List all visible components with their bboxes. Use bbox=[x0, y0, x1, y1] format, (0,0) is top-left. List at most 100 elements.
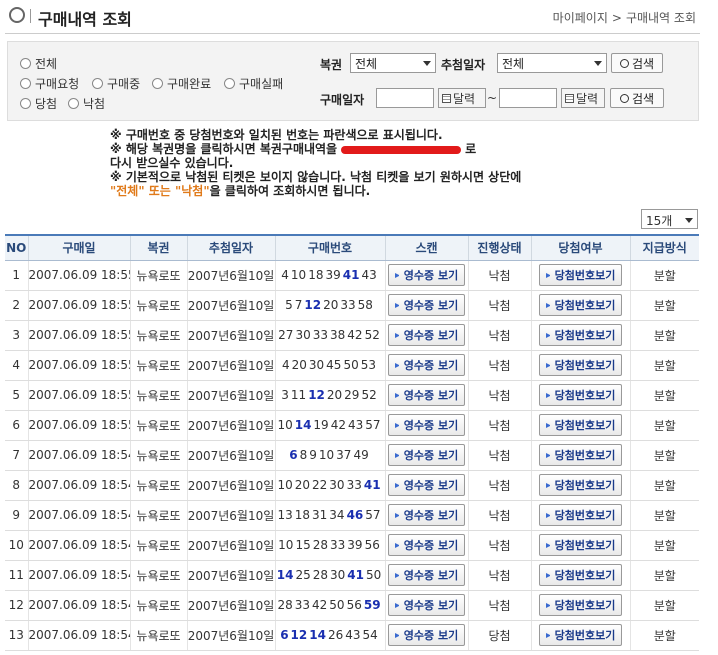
receipt-view-button[interactable]: 영수증 보기 bbox=[387, 624, 466, 646]
arrow-right-icon bbox=[545, 482, 550, 488]
winning-numbers-button[interactable]: 당첨번호보기 bbox=[538, 624, 623, 646]
radio-circle-icon[interactable] bbox=[92, 78, 103, 89]
cell-status: 낙첨 bbox=[467, 590, 531, 621]
cell-win: 당첨번호보기 bbox=[530, 320, 630, 351]
cell-numbers: 3 11 12 20 29 52 bbox=[274, 380, 385, 411]
col-header-payment: 지급방식 bbox=[629, 234, 699, 261]
calendar-from-button[interactable]: 달력 bbox=[438, 88, 486, 108]
winning-numbers-button[interactable]: 당첨번호보기 bbox=[538, 594, 623, 616]
cell-win: 당첨번호보기 bbox=[530, 380, 630, 411]
header-divider bbox=[5, 33, 700, 34]
radio-circle-icon[interactable] bbox=[68, 98, 79, 109]
lotto-number: 12 bbox=[290, 628, 308, 642]
lotto-number: 42 bbox=[347, 328, 363, 342]
page-size-select[interactable]: 15개 bbox=[641, 209, 698, 229]
purchase-date-from-input[interactable] bbox=[376, 88, 434, 108]
lotto-number: 43 bbox=[345, 628, 361, 642]
lotto-number: 27 bbox=[278, 328, 294, 342]
cell-numbers: 10 20 22 30 33 41 bbox=[274, 470, 385, 501]
cell-draw-date: 2007년6월10일 bbox=[186, 350, 275, 381]
calendar-to-button[interactable]: 달력 bbox=[561, 88, 605, 108]
lotto-number: 45 bbox=[326, 358, 342, 372]
radio-purchase-request[interactable]: 구매요청 bbox=[20, 75, 79, 92]
cell-no: 1 bbox=[5, 260, 28, 291]
receipt-view-button[interactable]: 영수증 보기 bbox=[387, 504, 466, 526]
purchase-date-to-input[interactable] bbox=[499, 88, 557, 108]
cell-lottery-link[interactable]: 뉴욕로또 bbox=[129, 260, 187, 291]
cell-lottery-link[interactable]: 뉴욕로또 bbox=[129, 320, 187, 351]
lottery-select[interactable]: 전체 bbox=[350, 53, 436, 73]
lotto-number: 59 bbox=[363, 598, 381, 612]
draw-date-select[interactable]: 전체 bbox=[497, 53, 607, 73]
radio-won[interactable]: 당첨 bbox=[20, 95, 57, 112]
lotto-number: 41 bbox=[363, 478, 381, 492]
radio-purchase-failed[interactable]: 구매실패 bbox=[224, 75, 283, 92]
lotto-number: 20 bbox=[323, 298, 339, 312]
winning-numbers-button[interactable]: 당첨번호보기 bbox=[538, 384, 623, 406]
cell-numbers: 4 10 18 39 41 43 bbox=[274, 260, 385, 291]
winning-numbers-button[interactable]: 당첨번호보기 bbox=[538, 474, 623, 496]
title-divider bbox=[30, 9, 31, 23]
receipt-view-button[interactable]: 영수증 보기 bbox=[387, 534, 466, 556]
cell-lottery-link[interactable]: 뉴욕로또 bbox=[129, 440, 187, 471]
lotto-number: 57 bbox=[365, 508, 381, 522]
cell-lottery-link[interactable]: 뉴욕로또 bbox=[129, 410, 187, 441]
date-search-button[interactable]: 검색 bbox=[610, 88, 664, 108]
winning-numbers-button[interactable]: 당첨번호보기 bbox=[538, 504, 623, 526]
cell-lottery-link[interactable]: 뉴욕로또 bbox=[129, 500, 187, 531]
radio-purchase-complete[interactable]: 구매완료 bbox=[152, 75, 211, 92]
winning-numbers-button[interactable]: 당첨번호보기 bbox=[538, 414, 623, 436]
radio-circle-icon[interactable] bbox=[224, 78, 235, 89]
cell-lottery-link[interactable]: 뉴욕로또 bbox=[129, 530, 187, 561]
cell-lottery-link[interactable]: 뉴욕로또 bbox=[129, 590, 187, 621]
winning-numbers-button[interactable]: 당첨번호보기 bbox=[538, 354, 623, 376]
lotto-number: 54 bbox=[362, 628, 378, 642]
lotto-number: 28 bbox=[277, 598, 293, 612]
lotto-number: 20 bbox=[294, 478, 310, 492]
receipt-view-button[interactable]: 영수증 보기 bbox=[387, 384, 466, 406]
radio-purchasing[interactable]: 구매중 bbox=[92, 75, 140, 92]
cell-lottery-link[interactable]: 뉴욕로또 bbox=[129, 470, 187, 501]
cell-lottery-link[interactable]: 뉴욕로또 bbox=[129, 620, 187, 651]
lotto-number: 11 bbox=[290, 388, 307, 402]
receipt-view-button[interactable]: 영수증 보기 bbox=[387, 594, 466, 616]
radio-circle-icon[interactable] bbox=[20, 78, 31, 89]
lotto-number: 33 bbox=[312, 328, 328, 342]
lotto-number: 33 bbox=[340, 298, 356, 312]
radio-circle-icon[interactable] bbox=[152, 78, 163, 89]
lotto-number: 9 bbox=[309, 448, 317, 462]
radio-all[interactable]: 전체 bbox=[20, 55, 57, 72]
receipt-view-button[interactable]: 영수증 보기 bbox=[387, 324, 466, 346]
lotto-number: 10 bbox=[318, 448, 335, 462]
cell-lottery-link[interactable]: 뉴욕로또 bbox=[129, 350, 187, 381]
lotto-number: 56 bbox=[346, 598, 362, 612]
search-button[interactable]: 검색 bbox=[611, 53, 663, 73]
cell-status: 낙첨 bbox=[467, 440, 531, 471]
radio-circle-icon[interactable] bbox=[20, 58, 31, 69]
winning-numbers-button[interactable]: 당첨번호보기 bbox=[538, 324, 623, 346]
notice-line: ※ 해당 복권명을 클릭하시면 복권구매내역을 로 bbox=[110, 142, 477, 156]
radio-circle-icon[interactable] bbox=[20, 98, 31, 109]
notice-line: 다시 받으실수 있습니다. bbox=[110, 156, 234, 170]
radio-lost[interactable]: 낙첨 bbox=[68, 95, 105, 112]
receipt-view-button[interactable]: 영수증 보기 bbox=[387, 564, 466, 586]
winning-numbers-button[interactable]: 당첨번호보기 bbox=[538, 264, 623, 286]
cell-no: 8 bbox=[5, 470, 28, 501]
arrow-right-icon bbox=[394, 542, 399, 548]
receipt-view-button[interactable]: 영수증 보기 bbox=[387, 474, 466, 496]
winning-numbers-button[interactable]: 당첨번호보기 bbox=[538, 534, 623, 556]
receipt-view-button[interactable]: 영수증 보기 bbox=[387, 264, 466, 286]
winning-numbers-button[interactable]: 당첨번호보기 bbox=[538, 564, 623, 586]
cell-lottery-link[interactable]: 뉴욕로또 bbox=[129, 380, 187, 411]
winning-numbers-button[interactable]: 당첨번호보기 bbox=[538, 294, 623, 316]
cell-lottery-link[interactable]: 뉴욕로또 bbox=[129, 560, 187, 591]
cell-lottery-link[interactable]: 뉴욕로또 bbox=[129, 290, 187, 321]
breadcrumb-mypage[interactable]: 마이페이지 bbox=[553, 11, 608, 25]
receipt-view-button[interactable]: 영수증 보기 bbox=[387, 444, 466, 466]
winning-numbers-button[interactable]: 당첨번호보기 bbox=[538, 444, 623, 466]
cell-scan: 영수증 보기 bbox=[384, 290, 468, 321]
notice-line: ※ 구매번호 중 당첨번호와 일치된 번호는 파란색으로 표시됩니다. bbox=[110, 128, 443, 142]
receipt-view-button[interactable]: 영수증 보기 bbox=[387, 414, 466, 436]
receipt-view-button[interactable]: 영수증 보기 bbox=[387, 294, 466, 316]
receipt-view-button[interactable]: 영수증 보기 bbox=[387, 354, 466, 376]
